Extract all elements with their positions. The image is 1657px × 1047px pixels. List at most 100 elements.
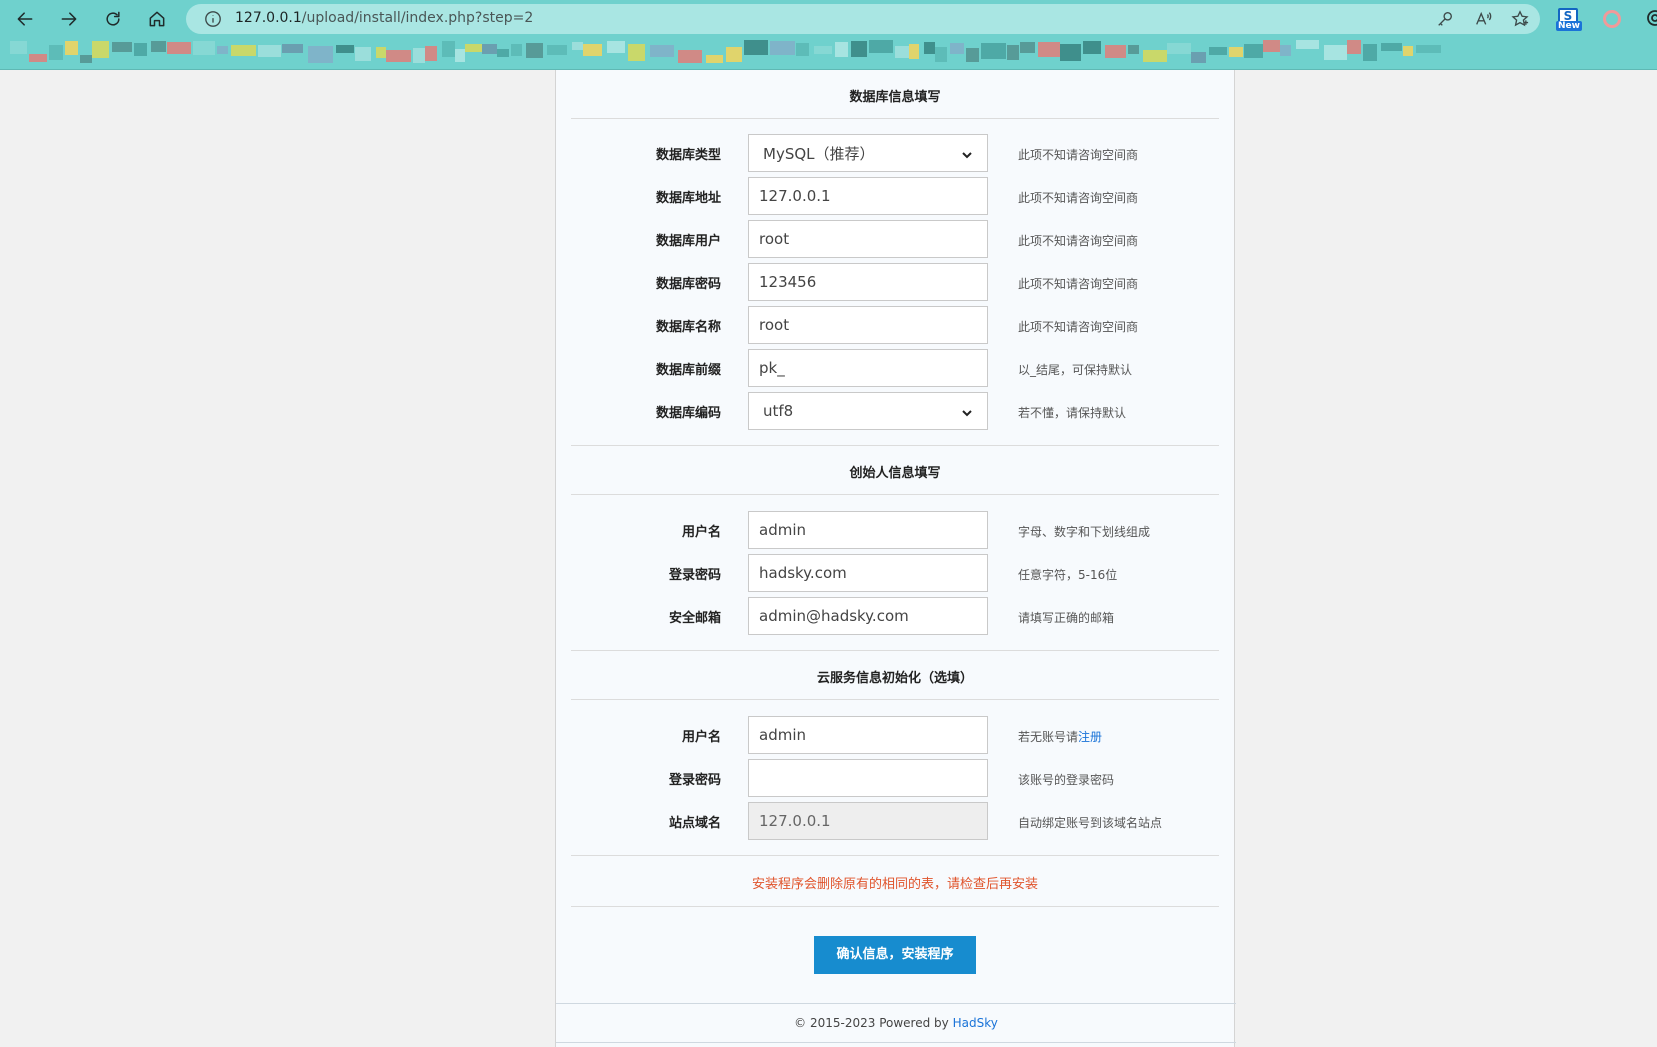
blurred-tile [193, 41, 215, 55]
cloud-username-label: 用户名 [681, 730, 721, 745]
blurred-tile [1296, 40, 1319, 49]
blurred-tile [1244, 44, 1263, 58]
founder-username-input[interactable] [748, 511, 988, 549]
blurred-tile [134, 43, 147, 56]
db-password-input[interactable] [748, 263, 988, 301]
founder-email-label: 安全邮箱 [668, 611, 721, 626]
blurred-tile [308, 46, 333, 63]
db-prefix-hint: 以_结尾，可保持默认 [1018, 363, 1133, 377]
reload-icon [106, 11, 120, 26]
blurred-tile [607, 41, 625, 53]
db-user-hint: 此项不知请咨询空间商 [1018, 234, 1139, 248]
address-bar[interactable]: 127.0.0.1/upload/install/index.php?step=… [186, 4, 1540, 34]
blurred-tile [1083, 41, 1101, 54]
blurred-tile [1416, 45, 1441, 53]
blurred-tile [112, 42, 132, 52]
blurred-tile [1347, 40, 1361, 54]
db-host-label: 数据库地址 [655, 191, 721, 206]
db-name-label: 数据库名称 [655, 320, 721, 335]
blurred-tile [1363, 44, 1377, 61]
favorites-bar-blurred [0, 38, 1657, 66]
cloud-password-hint: 该账号的登录密码 [1018, 773, 1115, 787]
blurred-tile [1020, 42, 1035, 53]
cloud-domain-input [748, 802, 988, 840]
cloud-domain-label: 站点域名 [668, 816, 721, 831]
blurred-tile [526, 43, 543, 58]
forward-button[interactable] [53, 3, 85, 35]
blurred-tile [92, 41, 109, 58]
home-button[interactable] [141, 3, 173, 35]
blurred-tile [231, 45, 256, 56]
cloud-password-input[interactable] [748, 759, 988, 797]
blurred-tile [909, 44, 919, 59]
blurred-tile [258, 45, 281, 57]
blurred-tile [1167, 43, 1191, 54]
db-password-label: 数据库密码 [655, 277, 721, 292]
blurred-tile [981, 43, 1006, 59]
extension-s-button[interactable]: S New [1556, 8, 1582, 32]
blurred-tile [628, 44, 645, 61]
db-charset-select[interactable]: utf8 [748, 392, 988, 430]
db-type-row: 数据库类型 MySQL（推荐） 此项不知请咨询空间商 [556, 134, 1236, 172]
db-name-input[interactable] [748, 306, 988, 344]
key-icon[interactable] [1436, 10, 1454, 28]
extension-ring-icon[interactable] [1603, 10, 1621, 28]
read-aloud-icon[interactable] [1474, 10, 1492, 28]
blurred-tile [851, 41, 867, 57]
db-prefix-input[interactable] [748, 349, 988, 387]
blurred-tile [482, 44, 497, 54]
register-link[interactable]: 注册 [1078, 730, 1102, 744]
db-password-row: 数据库密码 此项不知请咨询空间商 [556, 263, 1236, 301]
settings-gear-icon[interactable] [1645, 8, 1657, 28]
blurred-tile [355, 47, 371, 61]
warning-text: 安装程序会删除原有的相同的表，请检查后再安装 [751, 877, 1038, 892]
blurred-tile [376, 47, 386, 58]
blurred-tile [924, 42, 935, 54]
blurred-tile [80, 55, 92, 63]
blurred-tile [167, 42, 191, 54]
db-host-input[interactable] [748, 177, 988, 215]
founder-email-input[interactable] [748, 597, 988, 635]
blurred-tile [455, 49, 465, 62]
founder-password-input[interactable] [748, 554, 988, 592]
db-user-input[interactable] [748, 220, 988, 258]
blurred-tile [217, 46, 228, 54]
footer: © 2015-2023 Powered by HadSky [794, 1016, 998, 1030]
install-submit-button[interactable]: 确认信息，安装程序 [814, 936, 976, 974]
blurred-tile [650, 45, 674, 57]
back-button[interactable] [9, 3, 41, 35]
founder-password-label: 登录密码 [668, 568, 721, 583]
blurred-tile [935, 47, 947, 62]
blurred-tile [151, 41, 166, 52]
cloud-username-hint: 若无账号请注册 [1018, 730, 1103, 744]
favorite-star-icon[interactable] [1511, 10, 1529, 28]
db-user-label: 数据库用户 [655, 234, 721, 249]
cloud-password-row: 登录密码 该账号的登录密码 [556, 759, 1236, 797]
founder-email-row: 安全邮箱 请填写正确的邮箱 [556, 597, 1236, 635]
divider [571, 118, 1219, 119]
blurred-tile [1229, 47, 1243, 57]
chevron-down-icon [961, 405, 973, 417]
blurred-tile [1105, 45, 1126, 58]
blurred-tile [465, 44, 482, 52]
db-type-hint: 此项不知请咨询空间商 [1018, 148, 1139, 162]
db-section-title: 数据库信息填写 [849, 90, 941, 105]
cloud-section-title: 云服务信息初始化（选填） [816, 671, 973, 686]
url-text[interactable]: 127.0.0.1/upload/install/index.php?step=… [235, 10, 533, 26]
cloud-username-input[interactable] [748, 716, 988, 754]
divider [571, 494, 1219, 495]
cloud-username-row: 用户名 若无账号请注册 [556, 716, 1236, 754]
install-panel: 数据库信息填写 数据库类型 MySQL（推荐） 此项不知请咨询空间商 数据库地址… [555, 70, 1236, 1047]
hadsky-link[interactable]: HadSky [953, 1016, 998, 1030]
blurred-tile [726, 47, 742, 62]
db-type-select[interactable]: MySQL（推荐） [748, 134, 988, 172]
blurred-tile [835, 42, 848, 57]
db-prefix-label: 数据库前缀 [655, 363, 721, 378]
founder-username-hint: 字母、数字和下划线组成 [1018, 525, 1151, 539]
divider [571, 699, 1219, 700]
reload-button[interactable] [97, 3, 129, 35]
blurred-tile [796, 43, 809, 56]
founder-username-label: 用户名 [681, 525, 721, 540]
blurred-tile [1381, 43, 1402, 51]
info-icon[interactable] [204, 10, 222, 28]
